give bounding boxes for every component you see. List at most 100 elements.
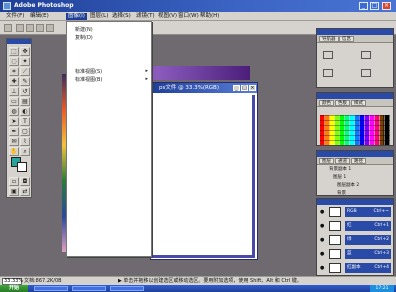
panel-tabs: 导航器 信息 <box>317 35 393 43</box>
clone-stamp-tool-icon[interactable]: ⊥ <box>9 87 19 96</box>
intersect-selection-icon[interactable] <box>46 24 54 32</box>
screen-mode-icon[interactable]: ▣ <box>9 187 19 196</box>
tab-channels[interactable]: 通道 <box>335 158 350 164</box>
menu-option-standard-view-b[interactable]: 标准视图(B) <box>75 76 102 83</box>
taskbar-item[interactable] <box>34 286 68 291</box>
layer-name: 背景 <box>337 191 346 196</box>
marquee-tool-icon[interactable]: ⬚ <box>9 47 19 56</box>
close-button[interactable]: × <box>382 2 391 10</box>
move-tool-icon[interactable]: ✥ <box>20 47 30 56</box>
doc-close-button[interactable]: × <box>249 85 256 91</box>
standard-mode-icon[interactable]: ▫ <box>9 177 19 186</box>
brush-tool-icon[interactable]: ✎ <box>20 77 30 86</box>
pen-tool-icon[interactable]: ✒ <box>9 127 19 136</box>
tab-paths[interactable]: 路径 <box>351 158 366 164</box>
layer-name: 背景副本 1 <box>329 167 352 172</box>
layer-row[interactable]: 背景 <box>319 189 391 198</box>
eraser-tool-icon[interactable]: ▭ <box>9 97 19 106</box>
document-size: 文档:867.2K/0B <box>24 278 62 284</box>
menu-help[interactable]: 帮助(H) <box>198 13 221 20</box>
window-title: Adobe Photoshop <box>14 2 74 9</box>
status-hint: ▶ 单击并拖移以创建选区或移动选区。要用附加选项，使用 Shift、Alt 和 … <box>118 278 302 284</box>
doc-maximize-button[interactable]: □ <box>241 85 248 91</box>
tab-info[interactable]: 信息 <box>339 36 354 42</box>
background-color-swatch[interactable] <box>17 162 27 172</box>
imageready-icon[interactable]: ⇄ <box>20 187 30 196</box>
slice-tool-icon[interactable]: ⟋ <box>20 67 30 76</box>
navigator-panel: 导航器 信息 <box>316 28 394 88</box>
swatches-panel: 颜色 色板 样式 <box>316 92 394 146</box>
taskbar-item[interactable] <box>72 286 106 291</box>
tab-navigator[interactable]: 导航器 <box>319 36 339 42</box>
channel-row[interactable]: ● RGB Ctrl+~ <box>319 205 391 219</box>
toolbox-header <box>7 39 31 44</box>
healing-brush-tool-icon[interactable]: ✚ <box>9 77 19 86</box>
eyedropper-readout-icon <box>361 51 371 59</box>
history-brush-tool-icon[interactable]: ↺ <box>20 87 30 96</box>
channel-row[interactable]: ● 绿 Ctrl+2 <box>319 233 391 247</box>
submenu-arrow-icon: ▸ <box>145 68 148 74</box>
menu-select[interactable]: 选择(S) <box>110 13 133 20</box>
channel-shortcut: Ctrl+3 <box>374 251 389 256</box>
menu-filter[interactable]: 滤镜(T) <box>134 13 157 20</box>
eye-icon[interactable]: ● <box>320 223 326 229</box>
channel-shortcut: Ctrl+~ <box>373 209 389 214</box>
eye-icon[interactable]: ● <box>320 209 326 215</box>
magic-wand-tool-icon[interactable]: ✦ <box>20 57 30 66</box>
channel-row[interactable]: ● 蓝 Ctrl+3 <box>319 247 391 261</box>
swatch-grid-lines <box>320 115 390 145</box>
gradient-tool-icon[interactable]: ▤ <box>20 97 30 106</box>
menu-layer[interactable]: 图层(L) <box>88 13 110 20</box>
new-selection-icon[interactable] <box>16 24 24 32</box>
tab-layers[interactable]: 图层 <box>319 158 334 164</box>
eyedropper-tool-icon[interactable]: ⌇ <box>20 137 30 146</box>
channel-row[interactable]: ● 红 Ctrl+1 <box>319 219 391 233</box>
document-canvas[interactable] <box>153 95 255 258</box>
subtract-selection-icon[interactable] <box>36 24 44 32</box>
notes-tool-icon[interactable]: ✉ <box>9 137 19 146</box>
app-title-bar: Adobe Photoshop _ □ × <box>0 0 396 12</box>
shape-tool-icon[interactable]: ▢ <box>20 127 30 136</box>
maximize-button[interactable]: □ <box>370 2 379 10</box>
channel-thumbnail <box>329 235 341 245</box>
layer-name: 图层副本 2 <box>337 183 360 188</box>
menu-option-standard-view-s[interactable]: 标准视图(S) <box>75 68 102 75</box>
path-selection-tool-icon[interactable]: ➤ <box>9 117 19 126</box>
eye-icon[interactable]: ● <box>320 265 326 271</box>
zoom-field[interactable]: 33.33% <box>2 278 23 285</box>
channel-thumbnail <box>329 263 341 273</box>
channels-panel: ● RGB Ctrl+~ ● 红 Ctrl+1 ● 绿 Ctrl+2 ● 蓝 C… <box>316 198 394 276</box>
eye-icon[interactable]: ● <box>320 237 326 243</box>
zoom-tool-icon[interactable]: ⌕ <box>20 147 30 156</box>
start-button[interactable]: 开始 <box>0 285 28 292</box>
eye-icon[interactable]: ● <box>320 251 326 257</box>
tab-color[interactable]: 颜色 <box>319 100 334 106</box>
add-selection-icon[interactable] <box>26 24 34 32</box>
hand-tool-icon[interactable]: ✋ <box>9 147 19 156</box>
tab-swatches[interactable]: 色板 <box>335 100 350 106</box>
eyedropper-readout-icon <box>323 51 333 59</box>
crop-tool-icon[interactable]: ⌗ <box>9 67 19 76</box>
channel-thumbnail <box>329 221 341 231</box>
doc-minimize-button[interactable]: _ <box>233 85 240 91</box>
submenu-arrow-icon: ▸ <box>145 76 148 82</box>
menu-file[interactable]: 文件(F) <box>4 13 26 20</box>
menu-option-duplicate[interactable]: 复制(D) <box>75 34 93 41</box>
channel-row[interactable]: ● 红副本 Ctrl+4 <box>319 261 391 275</box>
crosshair-icon <box>323 69 333 77</box>
tool-preset-icon[interactable] <box>4 24 12 32</box>
minimize-button[interactable]: _ <box>359 2 368 10</box>
tab-styles[interactable]: 样式 <box>351 100 366 106</box>
quick-mask-icon[interactable]: ◘ <box>20 177 30 186</box>
menu-image[interactable]: 图像(I) <box>66 13 87 20</box>
taskbar-item[interactable] <box>110 286 144 291</box>
blur-tool-icon[interactable]: ◍ <box>9 107 19 116</box>
panel-tabs: 图层 通道 路径 <box>317 157 393 165</box>
channel-shortcut: Ctrl+2 <box>374 237 389 242</box>
lasso-tool-icon[interactable]: ◌ <box>9 57 19 66</box>
type-tool-icon[interactable]: T <box>20 117 30 126</box>
menu-option-new[interactable]: 新建(N) <box>75 26 93 33</box>
menu-edit[interactable]: 编辑(E) <box>28 13 51 20</box>
menu-bar: 文件(F) 编辑(E) 图像(I) 图层(L) 选择(S) 滤镜(T) 视图(V… <box>0 12 396 21</box>
dodge-tool-icon[interactable]: ◐ <box>20 107 30 116</box>
